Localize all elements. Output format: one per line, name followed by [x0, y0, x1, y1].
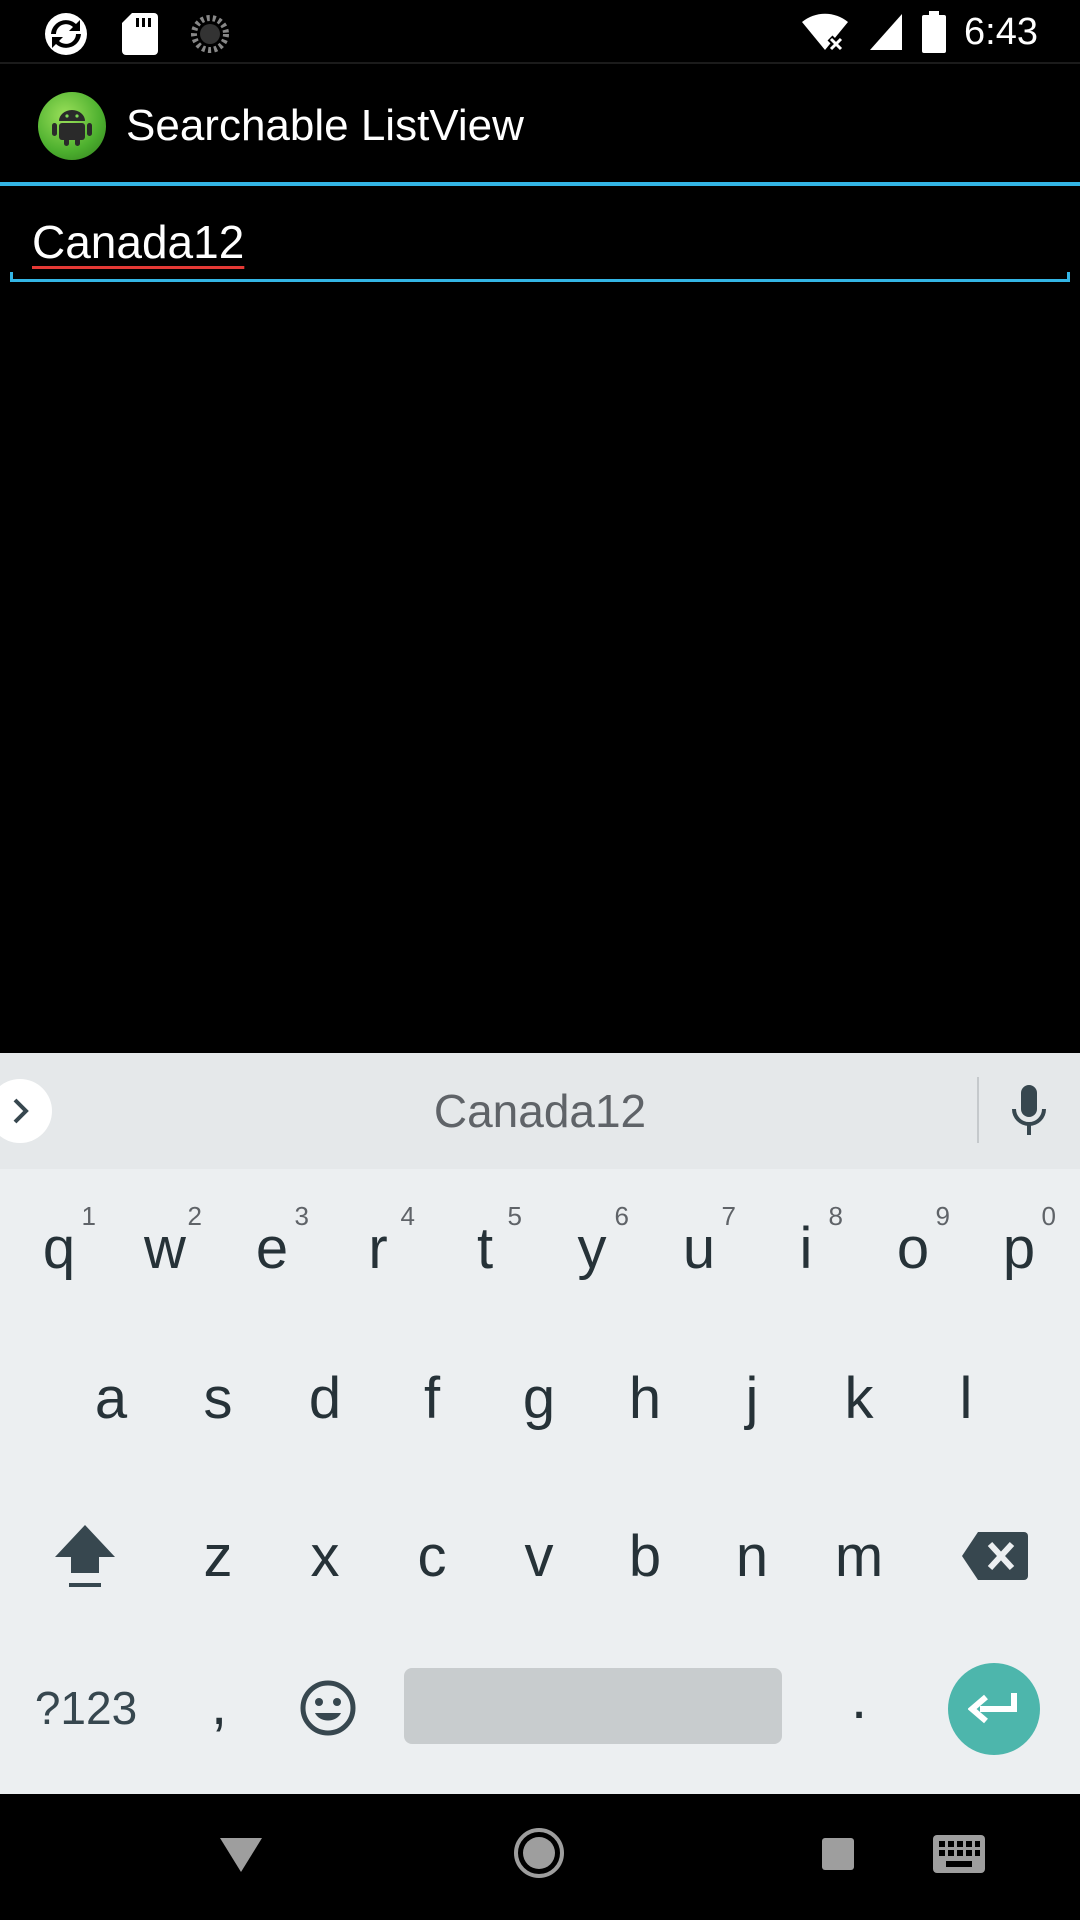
search-input-underline: [10, 272, 1070, 282]
key-k[interactable]: k: [816, 1353, 902, 1443]
keyboard-switch-icon[interactable]: [932, 1834, 986, 1874]
suggestion-bar: Canada12: [0, 1053, 1080, 1169]
space-key[interactable]: [404, 1668, 782, 1744]
action-bar-divider: [0, 182, 1080, 186]
key-q[interactable]: q1: [16, 1201, 102, 1293]
key-f[interactable]: f: [389, 1353, 475, 1443]
key-b[interactable]: b: [602, 1511, 688, 1601]
backspace-icon: [962, 1532, 1028, 1580]
shift-key[interactable]: [40, 1507, 130, 1603]
suggestion-divider: [977, 1077, 979, 1143]
page-title: Searchable ListView: [126, 101, 524, 150]
status-time: 6:43: [964, 11, 1038, 53]
key-y[interactable]: y6: [549, 1201, 635, 1293]
status-bar: 6:43: [0, 0, 1080, 64]
loading-icon: [191, 15, 229, 53]
key-j[interactable]: j: [709, 1353, 795, 1443]
back-icon[interactable]: [218, 1834, 264, 1874]
wifi-off-icon: [802, 13, 849, 52]
key-s[interactable]: s: [175, 1353, 261, 1443]
key-v[interactable]: v: [496, 1511, 582, 1601]
key-e[interactable]: e3: [229, 1201, 315, 1293]
search-input-value[interactable]: Canada12: [32, 214, 244, 270]
search-input[interactable]: Canada12: [10, 196, 1070, 282]
navigation-bar: [0, 1794, 1080, 1920]
status-left-icons: [42, 10, 230, 58]
key-d[interactable]: d: [282, 1353, 368, 1443]
home-icon[interactable]: [512, 1826, 566, 1880]
soft-keyboard: Canada12 q1 w2 e3 r4 t5 y6 u7 i8 o9 p0 a…: [0, 1053, 1080, 1794]
key-p[interactable]: p0: [976, 1201, 1062, 1293]
battery-icon: [922, 11, 947, 53]
period-key[interactable]: .: [816, 1653, 902, 1743]
key-n[interactable]: n: [709, 1511, 795, 1601]
android-app-icon[interactable]: [38, 92, 106, 160]
emoji-key[interactable]: [280, 1663, 376, 1753]
key-g[interactable]: g: [496, 1353, 582, 1443]
key-t[interactable]: t5: [442, 1201, 528, 1293]
key-u[interactable]: u7: [656, 1201, 742, 1293]
enter-icon: [968, 1693, 1017, 1724]
enter-key[interactable]: [948, 1663, 1040, 1755]
key-c[interactable]: c: [389, 1511, 475, 1601]
comma-key[interactable]: ,: [176, 1659, 262, 1749]
recents-icon[interactable]: [820, 1836, 856, 1872]
sd-card-icon: [122, 13, 158, 55]
emoji-icon: [300, 1680, 356, 1736]
key-z[interactable]: z: [175, 1511, 261, 1601]
status-right-icons: 6:43: [800, 8, 1038, 56]
key-x[interactable]: x: [282, 1511, 368, 1601]
key-i[interactable]: i8: [763, 1201, 849, 1293]
key-o[interactable]: o9: [870, 1201, 956, 1293]
shift-icon: [55, 1525, 115, 1587]
key-l[interactable]: l: [923, 1353, 1009, 1443]
key-m[interactable]: m: [816, 1511, 902, 1601]
key-r[interactable]: r4: [335, 1201, 421, 1293]
suggestion-word[interactable]: Canada12: [0, 1083, 1080, 1139]
mic-icon[interactable]: [1004, 1079, 1054, 1143]
signal-icon: [870, 14, 903, 50]
key-h[interactable]: h: [602, 1353, 688, 1443]
action-bar: Searchable ListView: [0, 64, 1080, 184]
key-a[interactable]: a: [68, 1353, 154, 1443]
key-w[interactable]: w2: [122, 1201, 208, 1293]
backspace-key[interactable]: [950, 1511, 1040, 1601]
symbols-key[interactable]: ?123: [20, 1663, 152, 1753]
sync-icon: [45, 13, 87, 55]
